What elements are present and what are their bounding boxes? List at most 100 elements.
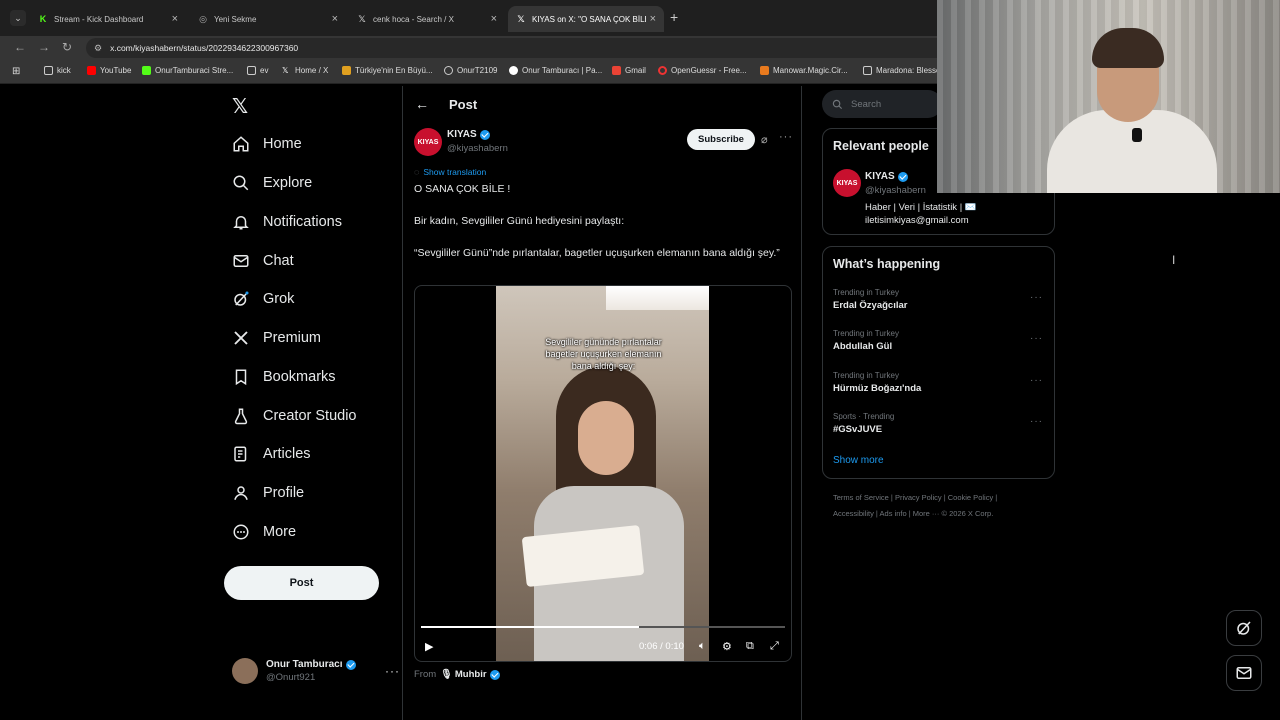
nav-label: Bookmarks [263,369,336,385]
person-name: KIYAS [865,171,895,182]
nav-chat[interactable]: Chat [232,246,294,276]
search-input[interactable]: Search [822,90,942,118]
footer-links[interactable]: Terms of Service | Privacy Policy | Cook… [833,493,997,502]
messages-floating-button[interactable] [1226,655,1262,691]
volume-icon[interactable]: 🔈︎ [699,640,706,653]
bookmark-item[interactable]: 𝕏 Home / X [282,66,328,75]
nav-label: Explore [263,175,313,191]
nav-explore[interactable]: Explore [232,168,312,198]
grok-icon [1237,621,1251,635]
grok-floating-button[interactable] [1226,610,1262,646]
close-tab-icon[interactable]: × [332,13,338,25]
nav-notifications[interactable]: Notifications [232,207,342,237]
tiktok-icon [509,66,518,75]
grok-icon[interactable]: ⌀ [761,133,768,146]
author-name-row[interactable]: KIYAS [447,129,490,140]
nav-articles[interactable]: Articles [232,439,311,469]
close-tab-icon[interactable]: × [650,13,656,25]
footer-links[interactable]: Accessibility | Ads info | More ··· © 20… [833,509,993,518]
forward-arrow-icon[interactable]: → [38,40,50,54]
trend-item[interactable]: Trending in Turkey Hürmüz Boğazı'nda ··· [833,371,1043,394]
account-switcher[interactable]: Onur Tamburacı @Onurt921 ··· [232,654,400,688]
new-tab-plus-icon[interactable]: + [670,9,678,25]
bookmark-item[interactable]: Gmail [612,66,646,75]
x-logo-icon[interactable]: 𝕏 [232,94,248,119]
fullscreen-icon[interactable]: ⤢ [770,640,779,653]
show-more-link[interactable]: Show more [833,455,884,466]
card-title: What’s happening [833,257,941,271]
verified-badge-icon [489,669,500,680]
more-dots-icon[interactable]: ··· [1030,333,1043,344]
avatar [232,658,258,684]
nav-creator-studio[interactable]: Creator Studio [232,401,357,431]
more-dots-icon[interactable]: ··· [1030,416,1043,427]
bookmark-item[interactable]: Maradona: Blesse [863,66,940,75]
nav-bookmarks[interactable]: Bookmarks [232,362,336,392]
bookmark-item[interactable]: OnurT2109 [444,66,497,75]
close-tab-icon[interactable]: × [491,13,497,25]
tab-kiyas-post[interactable]: 𝕏 KIYAS on X: "O SANA ÇOK BİLE × [508,6,664,32]
video-frame: Sevgililer gününde pırlantalar bagetler … [496,286,709,661]
tab-new-tab[interactable]: ◎ Yeni Sekme × [190,6,346,32]
bookmark-item[interactable]: Onur Tamburacı | Pa... [509,66,602,75]
video-progress-bar[interactable] [421,626,785,628]
more-dots-icon[interactable]: ··· [1030,292,1043,303]
show-translation-link[interactable]: ◌ Show translation [414,167,486,177]
nav-label: Premium [263,330,322,346]
tab-search-icon[interactable]: ⌄ [10,10,26,26]
person-icon [234,486,248,500]
more-dots-icon[interactable]: ··· [779,131,793,143]
bookmark-item[interactable]: Türkiye'nin En Büyü... [342,66,433,75]
nav-profile[interactable]: Profile [232,478,304,508]
bookmark-item[interactable]: ev [247,66,268,75]
back-arrow-icon[interactable]: ← [14,40,26,54]
bookmark-label: Gmail [625,66,646,75]
bookmark-label: OnurTamburaci Stre... [155,66,234,75]
author-handle[interactable]: @kiyashabern [447,143,508,154]
tab-kick-dashboard[interactable]: K Stream - Kick Dashboard × [30,6,186,32]
from-source-link[interactable]: 🎙︎ Muhbir [440,669,500,680]
subscribe-button[interactable]: Subscribe [687,129,755,150]
bookmark-item[interactable]: kick [44,66,71,75]
video-player[interactable]: Sevgililer gününde pırlantalar bagetler … [414,285,792,662]
site-info-icon[interactable]: ⚙ [94,43,102,54]
person-handle[interactable]: @kiyashabern [865,185,926,196]
nav-home[interactable]: Home [232,129,302,159]
apps-grid-icon[interactable]: ⊞ [12,66,20,77]
nav-premium[interactable]: Premium [232,323,321,353]
post-text-line: Bir kadın, Sevgililer Günü hediyesini pa… [414,215,625,227]
author-avatar[interactable]: KIYAS [414,128,442,156]
url-bar[interactable]: ⚙ x.com/kiyashabern/status/2022934622300… [86,38,946,58]
trend-item[interactable]: Sports · Trending #GSvJUVE ··· [833,412,1043,435]
avatar[interactable]: KIYAS [833,169,861,197]
bookmark-label: Manowar.Magic.Cir... [773,66,848,75]
from-attribution: From 🎙︎ Muhbir [414,669,500,680]
nav-more[interactable]: More [232,517,296,547]
reload-icon[interactable]: ↻ [62,40,72,54]
tab-x-search[interactable]: 𝕏 cenk hoca - Search / X × [349,6,505,32]
opengeussr-icon [658,66,667,75]
home-icon [233,136,249,152]
from-source: Muhbir [454,669,487,680]
left-sidebar: 𝕏 Home Explore Notifications Chat Grok P… [222,86,402,720]
nav-label: Notifications [263,214,342,230]
pip-icon[interactable]: ⧉ [746,640,754,653]
more-dots-icon[interactable]: ··· [385,664,400,678]
person-name-row[interactable]: KIYAS [865,171,908,182]
close-tab-icon[interactable]: × [172,13,178,25]
bookmark-item[interactable]: YouTube [87,66,131,75]
play-icon[interactable]: ▶ [425,640,433,653]
envelope-icon [1236,667,1252,679]
trend-item[interactable]: Trending in Turkey Erdal Özyağcılar ··· [833,288,1043,311]
more-dots-icon[interactable]: ··· [1030,375,1043,386]
nav-grok[interactable]: Grok [232,284,294,314]
back-arrow-icon[interactable]: ← [415,96,429,112]
settings-gear-icon[interactable]: ⚙ [722,640,732,653]
trend-item[interactable]: Trending in Turkey Abdullah Gül ··· [833,329,1043,352]
post-button[interactable]: Post [224,566,379,600]
bookmark-item[interactable]: OpenGuessr - Free... [658,66,747,75]
bookmark-label: YouTube [100,66,132,75]
webcam-microphone [1132,128,1142,142]
bookmark-item[interactable]: Manowar.Magic.Cir... [760,66,848,75]
bookmark-item[interactable]: OnurTamburaci Stre... [142,66,233,75]
